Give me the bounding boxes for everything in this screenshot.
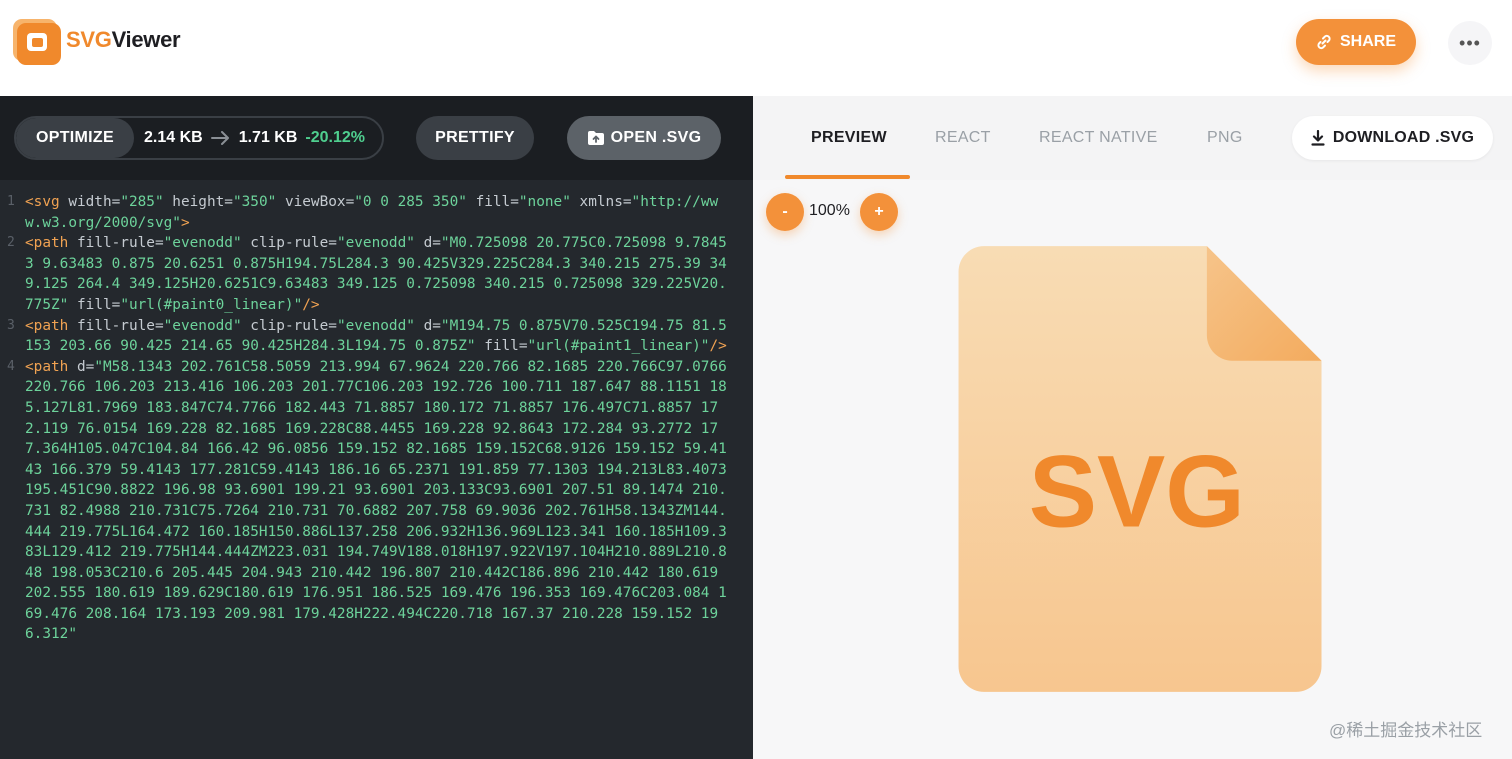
svgviewer-logo-icon[interactable] <box>13 19 61 65</box>
optimized-size: 1.71 KB <box>238 129 298 146</box>
arrow-right-icon <box>210 131 229 145</box>
output-tabs: PREVIEW REACT REACT NATIVE PNG DOWNLOAD … <box>753 96 1512 180</box>
code-line: 2 <path fill-rule="evenodd" clip-rule="ev… <box>0 233 753 315</box>
tab-png[interactable]: PNG <box>1207 96 1243 180</box>
line-number: 1 <box>7 194 15 209</box>
tab-preview[interactable]: PREVIEW <box>811 96 887 180</box>
code-line: 4 <path d="M58.1343 202.761C58.5059 213.9… <box>0 357 753 645</box>
active-tab-indicator <box>785 175 910 179</box>
code-token-attr: clip-rule= <box>241 317 337 334</box>
brand-viewer-text: Viewer <box>111 27 181 52</box>
svg-file-preview: SVG <box>958 246 1322 692</box>
code-token-val: "evenodd" <box>163 235 242 252</box>
code-token-val: "evenodd" <box>336 235 415 252</box>
tab-react[interactable]: REACT <box>935 96 991 180</box>
code-token-val: "M58.1343 202.761C58.5059 213.994 67.962… <box>25 358 727 643</box>
brand-name[interactable]: SVGViewer <box>66 27 181 53</box>
watermark: @稀土掘金技术社区 <box>1329 721 1483 740</box>
optimize-button[interactable]: OPTIMIZE <box>16 118 134 158</box>
share-button[interactable]: SHARE <box>1296 19 1416 65</box>
code-token-tag: <path <box>25 358 69 375</box>
file-type-label: SVG <box>1029 434 1245 549</box>
zoom-out-button[interactable]: - <box>766 193 804 231</box>
code-token-attr: fill= <box>475 338 528 355</box>
code-token-attr: fill= <box>68 296 121 313</box>
editor-toolbar: OPTIMIZE 2.14 KB 1.71 KB -20.12% PRETTIF… <box>0 96 753 180</box>
optimize-group: OPTIMIZE 2.14 KB 1.71 KB -20.12% <box>14 116 384 160</box>
code-token-val: "285" <box>120 194 164 210</box>
code-token-val: "evenodd" <box>336 317 415 334</box>
code-token-tag: > <box>180 214 190 231</box>
link-icon <box>1317 34 1331 50</box>
code-token-val: "350" <box>232 194 277 210</box>
preview-pane: PREVIEW REACT REACT NATIVE PNG DOWNLOAD … <box>753 96 1512 759</box>
code-token-attr: fill= <box>466 194 519 210</box>
code-token-tag: <path <box>25 317 69 334</box>
code-token-attr: xmlns= <box>570 194 632 210</box>
code-token-attr: width= <box>59 194 121 210</box>
download-svg-button[interactable]: DOWNLOAD .SVG <box>1292 116 1493 160</box>
code-token-attr: d= <box>414 317 441 334</box>
code-line: 3 <path fill-rule="evenodd" clip-rule="ev… <box>0 316 753 357</box>
code-token-attr: clip-rule= <box>241 235 337 252</box>
code-token-val: "0 0 285 350" <box>354 194 467 210</box>
more-options-button[interactable]: ••• <box>1448 21 1492 65</box>
file-fold-shape <box>1206 246 1322 361</box>
share-label: SHARE <box>1339 33 1396 50</box>
code-token-attr: height= <box>163 194 233 210</box>
brand-svg-text: SVG <box>66 27 112 52</box>
open-svg-button[interactable]: OPEN .SVG <box>567 116 721 160</box>
prettify-button[interactable]: PRETTIFY <box>416 116 534 160</box>
code-view[interactable]: 1 <svg width="285" height="350" viewBox="… <box>0 192 753 759</box>
code-token-val: "url(#paint0_linear)" <box>120 296 303 313</box>
code-token-tag: <svg <box>25 194 60 210</box>
code-line: 1 <svg width="285" height="350" viewBox="… <box>0 192 753 233</box>
reduction-percent: -20.12% <box>305 129 365 146</box>
code-token-tag: <path <box>25 235 69 252</box>
code-token-attr: viewBox= <box>276 194 355 210</box>
code-token-val: "evenodd" <box>163 317 242 334</box>
original-size: 2.14 KB <box>144 129 203 146</box>
code-token-val: "url(#paint1_linear)" <box>527 338 710 355</box>
tab-react-native[interactable]: REACT NATIVE <box>1039 96 1158 180</box>
line-number: 2 <box>7 235 15 251</box>
download-svg-label: DOWNLOAD .SVG <box>1332 129 1475 146</box>
code-token-val: "none" <box>518 194 571 210</box>
app-header: SVGViewer SHARE ••• <box>0 0 1512 96</box>
code-editor-pane: OPTIMIZE 2.14 KB 1.71 KB -20.12% PRETTIF… <box>0 96 753 759</box>
code-token-attr: fill-rule= <box>68 235 164 252</box>
code-token-attr: d= <box>414 235 441 252</box>
code-token-tag: /> <box>302 296 320 313</box>
code-token-attr: fill-rule= <box>68 317 164 334</box>
folder-upload-icon <box>587 131 604 145</box>
code-token-tag: /> <box>709 338 727 355</box>
size-stats: 2.14 KB 1.71 KB -20.12% <box>144 118 365 158</box>
line-number: 3 <box>7 317 15 333</box>
zoom-in-button[interactable]: + <box>860 193 898 231</box>
download-icon <box>1311 130 1325 146</box>
line-number: 4 <box>7 358 15 374</box>
open-svg-label: OPEN .SVG <box>610 129 702 146</box>
more-dots-icon: ••• <box>1459 32 1481 53</box>
zoom-level: 100% <box>809 202 850 219</box>
code-token-attr: d= <box>68 358 95 375</box>
